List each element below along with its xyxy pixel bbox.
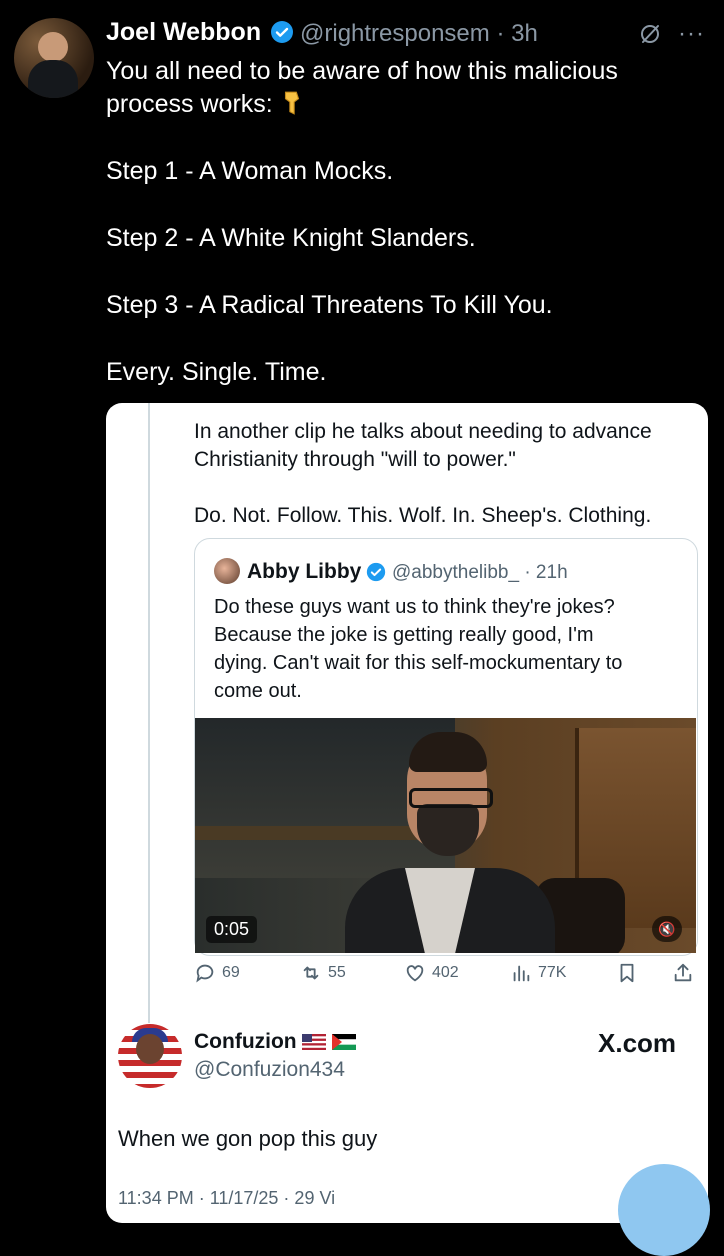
step-3: Step 3 - A Radical Threatens To Kill You…	[106, 291, 553, 319]
avatar-face	[136, 1034, 164, 1064]
repost-icon	[303, 966, 319, 980]
inner-author-name[interactable]: Abby Libby	[247, 560, 361, 584]
inner-text-4: come out.	[214, 680, 302, 702]
heart-icon	[406, 965, 424, 982]
inner-author-avatar[interactable]	[214, 558, 240, 584]
step-2: Step 2 - A White Knight Slanders.	[106, 224, 476, 252]
reply-author-name[interactable]: Confuzion	[194, 1030, 297, 1054]
reply-author-handle[interactable]: @Confuzion434	[194, 1058, 345, 1082]
bookmark-button[interactable]	[616, 962, 638, 984]
author-handle-time[interactable]: @rightresponsem · 3h	[300, 20, 538, 48]
like-count: 402	[432, 964, 459, 981]
tweet-line-2: process works:	[106, 88, 305, 120]
quote-text-3: Do. Not. Follow. This. Wolf. In. Sheep's…	[194, 504, 652, 527]
x-com-brand: X.com	[598, 1028, 677, 1058]
views-icon	[513, 965, 530, 982]
video-person-glasses	[409, 788, 493, 808]
inner-text-1: Do these guys want us to think they're j…	[214, 596, 615, 618]
video-timestamp: 0:05	[206, 916, 258, 943]
reply-author-avatar[interactable]	[118, 1024, 182, 1088]
grok-icon[interactable]	[638, 22, 662, 46]
reply-count: 69	[222, 964, 240, 981]
repost-button[interactable]: 55	[300, 962, 346, 984]
closing-line: Every. Single. Time.	[106, 358, 327, 386]
avatar-face	[38, 32, 68, 62]
inner-verified-badge-icon	[366, 562, 386, 582]
reply-button[interactable]: 69	[194, 962, 240, 984]
repost-count: 55	[328, 964, 346, 981]
more-options-icon[interactable]: ···	[678, 20, 705, 48]
bookmark-icon	[620, 963, 634, 983]
inner-author-handle-time[interactable]: @abbythelibb_ · 21h	[392, 562, 568, 584]
verified-badge-icon	[271, 21, 293, 43]
video-person-hair	[409, 732, 487, 772]
avatar-suit	[28, 60, 78, 98]
video-person-beard	[417, 804, 479, 856]
pointing-down-emoji-icon	[284, 91, 299, 115]
reply-icon	[196, 964, 214, 983]
quote-text-2: Christianity through "will to power."	[194, 448, 516, 471]
share-button[interactable]	[672, 962, 694, 984]
step-1: Step 1 - A Woman Mocks.	[106, 157, 394, 185]
us-flag-icon	[302, 1034, 326, 1050]
palestine-flag-icon	[332, 1034, 356, 1050]
author-name[interactable]: Joel Webbon	[106, 18, 261, 47]
views-button[interactable]: 77K	[510, 962, 566, 984]
quote-text-1: In another clip he talks about needing t…	[194, 420, 652, 443]
reply-text: When we gon pop this guy	[118, 1126, 378, 1151]
share-icon	[674, 963, 692, 982]
tweet-line-1: You all need to be aware of how this mal…	[106, 57, 618, 85]
inner-text-2: Because the joke is getting really good,…	[214, 624, 594, 646]
inner-text-3: dying. Can't wait for this self-mockumen…	[214, 652, 623, 674]
reply-meta: 11:34 PM · 11/17/25 · 29 Vi	[118, 1188, 336, 1208]
author-avatar[interactable]	[14, 18, 94, 98]
like-button[interactable]: 402	[404, 962, 459, 984]
views-count: 77K	[538, 964, 567, 981]
mute-icon[interactable]: 🔇	[652, 916, 682, 942]
compose-button[interactable]	[618, 1164, 710, 1256]
video-player[interactable]	[195, 718, 696, 953]
thread-line	[148, 403, 150, 1023]
